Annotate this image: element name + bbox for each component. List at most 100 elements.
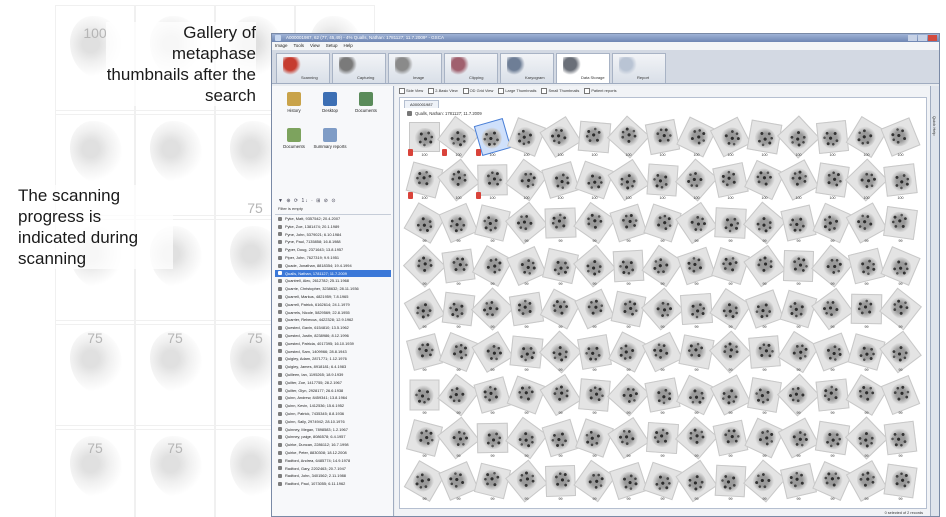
view-option[interactable]: Patient reports: [584, 86, 616, 95]
metaphase-thumbnail[interactable]: 99: [574, 288, 615, 333]
metaphase-thumbnail[interactable]: 99: [577, 334, 612, 376]
menu-item[interactable]: Setup: [326, 42, 338, 50]
metaphase-thumbnail[interactable]: 100: [883, 163, 918, 204]
metaphase-thumbnail[interactable]: 99: [743, 244, 786, 290]
metaphase-thumbnail[interactable]: 99: [441, 291, 476, 333]
patient-list-item[interactable]: Pyne, Paul, 7135858; 16.8.1988: [275, 238, 391, 246]
patient-list-item[interactable]: Quinn, Andrew, 8459341; 13.8.1964: [275, 394, 391, 402]
metaphase-thumbnail[interactable]: 100: [776, 115, 821, 161]
view-option[interactable]: 2-Basic View: [428, 86, 457, 95]
patient-list-item[interactable]: Quilter, Glyn, 2928177; 26.6.1938: [275, 387, 391, 395]
patient-list-item[interactable]: Quinney, paige, 8086578; 6.4.1957: [275, 433, 391, 441]
view-option[interactable]: Small Thumbnails: [541, 86, 579, 95]
patient-list-item[interactable]: Pyke, Zoe, 1381474; 20.1.1989: [275, 223, 391, 231]
metaphase-thumbnail[interactable]: 99: [505, 416, 548, 462]
metaphase-thumbnail[interactable]: 100: [505, 158, 548, 204]
metaphase-thumbnail[interactable]: 99: [679, 292, 714, 333]
patient-list-item[interactable]: Quilleen, Ian, 1195265; 18.9.1939: [275, 371, 391, 379]
patient-list-item[interactable]: Quarrell, Markus, 4821959; 7.8.1965: [275, 293, 391, 301]
metaphase-thumbnail[interactable]: 100: [746, 119, 783, 161]
metaphase-thumbnail[interactable]: 100: [815, 120, 850, 161]
metaphase-thumbnail[interactable]: 99: [714, 207, 747, 247]
metaphase-thumbnail[interactable]: 99: [675, 201, 718, 247]
metaphase-thumbnail[interactable]: 99: [473, 462, 512, 505]
metaphase-thumbnail[interactable]: 99: [408, 379, 441, 419]
menu-item[interactable]: Tools: [294, 42, 305, 50]
minimize-button[interactable]: [908, 35, 917, 41]
metaphase-thumbnail[interactable]: 100: [644, 118, 681, 161]
metaphase-thumbnail[interactable]: 99: [675, 374, 718, 419]
patient-list-item[interactable]: Quirke, Duncan, 2286112; 16.7.1998: [275, 441, 391, 449]
metaphase-thumbnail[interactable]: 99: [776, 373, 821, 419]
metaphase-thumbnail[interactable]: 99: [608, 331, 649, 376]
metaphase-thumbnail[interactable]: 99: [644, 377, 681, 419]
patient-list-item[interactable]: Qualls, Nathan, 1781127; 11.7.2009: [275, 269, 391, 278]
metaphase-thumbnail[interactable]: 99: [812, 332, 853, 376]
menu-item[interactable]: Image: [275, 42, 288, 50]
metaphase-thumbnail[interactable]: 100: [712, 162, 749, 204]
metaphase-thumbnail[interactable]: 100: [473, 117, 512, 161]
metaphase-thumbnail[interactable]: 99: [850, 293, 883, 333]
patient-list-item[interactable]: Quade, Jonathan, 8818354; 19.4.1994: [275, 262, 391, 270]
metaphase-thumbnail[interactable]: 100: [405, 161, 444, 204]
metaphase-thumbnail[interactable]: 99: [505, 201, 548, 247]
menu-item[interactable]: Help: [343, 42, 352, 50]
patient-list-item[interactable]: Quantrell, Alec, 2612782; 25.11.1968: [275, 277, 391, 285]
metaphase-thumbnail[interactable]: 100: [675, 158, 718, 204]
metaphase-thumbnail[interactable]: 99: [578, 378, 611, 419]
patient-list-item[interactable]: Quinney, Megan, 7898583; 1.2.1967: [275, 426, 391, 434]
metaphase-thumbnail[interactable]: 99: [403, 460, 446, 505]
metaphase-thumbnail[interactable]: 99: [573, 201, 616, 247]
metaphase-thumbnail[interactable]: 99: [811, 287, 854, 333]
documents-button[interactable]: Documents: [348, 90, 384, 124]
patient-list-item[interactable]: Quinn, Patrick, 7435345; 8.8.1936: [275, 410, 391, 418]
metaphase-thumbnail[interactable]: 99: [573, 459, 616, 505]
patient-list-item[interactable]: Quested, Justin, 8238986; 8.12.1996: [275, 332, 391, 340]
maximize-button[interactable]: [918, 35, 927, 41]
metaphase-thumbnail[interactable]: 100: [577, 120, 612, 161]
tab-clipping[interactable]: Clipping: [444, 53, 498, 83]
metaphase-thumbnail[interactable]: 100: [437, 115, 480, 161]
patient-list-item[interactable]: Radford, John, 3401562; 2.11.1988: [275, 472, 391, 480]
metaphase-thumbnail[interactable]: 99: [473, 376, 512, 419]
patient-list-item[interactable]: Radford, Gary, 2202463; 20.7.1947: [275, 465, 391, 473]
metaphase-thumbnail[interactable]: 99: [711, 246, 750, 290]
metaphase-thumbnail[interactable]: 100: [539, 116, 582, 161]
metaphase-thumbnail[interactable]: 100: [676, 116, 717, 161]
metaphase-thumbnail[interactable]: 100: [815, 162, 850, 204]
metaphase-thumbnail[interactable]: 99: [845, 374, 888, 419]
metaphase-thumbnail[interactable]: 99: [782, 249, 815, 290]
metaphase-thumbnail[interactable]: 100: [845, 115, 888, 161]
metaphase-thumbnail[interactable]: 99: [812, 460, 853, 505]
patient-list-item[interactable]: Quested, Patricia, 4017395; 16.10.1939: [275, 340, 391, 348]
metaphase-thumbnail[interactable]: 99: [879, 330, 922, 376]
tab-report[interactable]: Report: [612, 53, 666, 83]
patient-list-item[interactable]: Quarrell, Patrick, 6162614; 24.1.1979: [275, 301, 391, 309]
metaphase-thumbnail[interactable]: 99: [538, 330, 583, 376]
patient-list-item[interactable]: Quested, Gavin, 6154810; 13.5.1962: [275, 324, 391, 332]
metaphase-thumbnail[interactable]: 99: [777, 417, 820, 462]
metaphase-thumbnail[interactable]: 100: [437, 158, 480, 204]
metaphase-thumbnail[interactable]: 99: [575, 418, 614, 462]
metaphase-thumbnail[interactable]: 100: [880, 117, 921, 161]
metaphase-thumbnail[interactable]: 99: [845, 460, 888, 505]
metaphase-thumbnail[interactable]: 99: [883, 205, 918, 247]
metaphase-thumbnail[interactable]: 99: [844, 416, 889, 462]
metaphase-thumbnail[interactable]: 100: [844, 158, 889, 204]
metaphase-thumbnail[interactable]: 99: [678, 334, 715, 376]
metaphase-thumbnail[interactable]: 99: [405, 333, 444, 376]
metaphase-thumbnail[interactable]: 99: [441, 248, 476, 290]
metaphase-thumbnail[interactable]: 99: [847, 333, 886, 376]
metaphase-thumbnail[interactable]: 99: [641, 331, 684, 376]
metaphase-thumbnail[interactable]: 99: [747, 377, 782, 419]
metaphase-thumbnail[interactable]: 99: [544, 207, 577, 247]
metaphase-thumbnail[interactable]: 99: [609, 461, 648, 505]
metaphase-thumbnail[interactable]: 99: [645, 421, 680, 462]
metaphase-thumbnail[interactable]: 99: [745, 289, 784, 333]
metaphase-thumbnail[interactable]: 99: [610, 290, 647, 333]
metaphase-thumbnail[interactable]: 99: [780, 204, 817, 247]
metaphase-thumbnail[interactable]: 99: [437, 373, 480, 419]
metaphase-thumbnail[interactable]: 99: [642, 461, 683, 505]
metaphase-thumbnail[interactable]: 99: [811, 244, 854, 290]
metaphase-thumbnail[interactable]: 99: [676, 246, 717, 290]
